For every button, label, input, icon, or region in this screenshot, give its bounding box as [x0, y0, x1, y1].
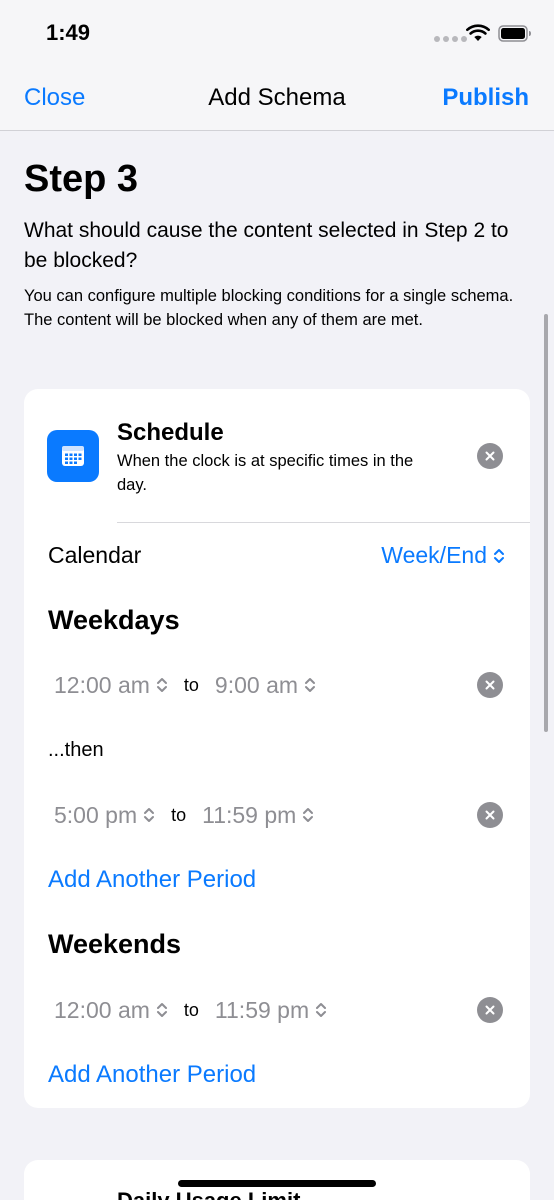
add-weekend-period-button[interactable]: Add Another Period — [48, 1061, 256, 1089]
start-time: 12:00 am — [54, 996, 150, 1023]
close-icon — [485, 810, 495, 820]
start-time: 12:00 am — [54, 671, 150, 698]
end-time: 11:59 pm — [202, 801, 297, 828]
remove-period-button[interactable] — [477, 802, 503, 828]
chevron-up-down-icon — [494, 548, 504, 563]
calendar-picker[interactable]: Week/End — [381, 542, 505, 569]
start-time-picker[interactable]: 12:00 am — [54, 672, 168, 699]
close-icon — [485, 680, 495, 690]
add-weekday-period-button[interactable]: Add Another Period — [48, 866, 256, 894]
start-time-picker[interactable]: 5:00 pm — [54, 802, 155, 829]
weekends-title: Weekends — [48, 929, 182, 959]
close-icon — [485, 451, 495, 461]
end-time: 9:00 am — [214, 671, 299, 698]
chevron-up-down-icon — [144, 808, 155, 822]
step-question: What should cause the content selected i… — [24, 219, 509, 272]
to-label: to — [183, 674, 199, 695]
home-indicator[interactable] — [178, 1180, 376, 1187]
schedule-title: Schedule — [117, 419, 224, 446]
chevron-up-down-icon — [156, 1003, 167, 1017]
status-time: 1:49 — [46, 20, 91, 45]
start-time-picker[interactable]: 12:00 am — [54, 997, 168, 1024]
close-icon — [485, 1005, 495, 1015]
start-time: 5:00 pm — [54, 801, 138, 828]
schedule-card: Schedule When the clock is at specific t… — [24, 389, 530, 1108]
calendar-value: Week/End — [381, 542, 487, 568]
wifi-icon — [466, 24, 490, 41]
to-label: to — [183, 999, 199, 1020]
schedule-subtitle: When the clock is at specific times in t… — [117, 452, 414, 494]
chevron-up-down-icon — [316, 1003, 327, 1017]
remove-condition-button[interactable] — [477, 443, 503, 469]
end-time-picker[interactable]: 11:59 pm — [215, 997, 327, 1024]
calendar-icon — [47, 430, 99, 482]
weekday-period-1: 12:00 am to 9:00 am — [54, 670, 316, 700]
then-label: ...then — [48, 739, 104, 761]
end-time-picker[interactable]: 11:59 pm — [202, 802, 314, 829]
weekday-period-2: 5:00 pm to 11:59 pm — [54, 800, 314, 830]
calendar-label: Calendar — [48, 542, 142, 568]
scroll-indicator[interactable] — [544, 314, 548, 732]
step-description: You can configure multiple blocking cond… — [24, 287, 514, 329]
weekdays-title: Weekdays — [48, 605, 180, 635]
divider — [117, 522, 530, 523]
publish-button[interactable]: Publish — [442, 84, 529, 112]
chevron-up-down-icon — [305, 678, 316, 692]
status-bar: 1:49 — [0, 0, 554, 70]
end-time-picker[interactable]: 9:00 am — [215, 672, 316, 699]
chevron-up-down-icon — [303, 808, 314, 822]
navigation-bar: Close Add Schema Publish — [0, 70, 554, 131]
battery-icon — [498, 25, 531, 42]
step-title: Step 3 — [24, 158, 139, 200]
remove-period-button[interactable] — [477, 997, 503, 1023]
chevron-up-down-icon — [156, 678, 167, 692]
to-label: to — [171, 804, 187, 825]
daily-usage-limit-title: Daily Usage Limit — [117, 1188, 300, 1200]
cellular-icon — [434, 36, 467, 42]
end-time: 11:59 pm — [214, 996, 310, 1023]
remove-period-button[interactable] — [477, 672, 503, 698]
weekend-period-1: 12:00 am to 11:59 pm — [54, 995, 327, 1025]
